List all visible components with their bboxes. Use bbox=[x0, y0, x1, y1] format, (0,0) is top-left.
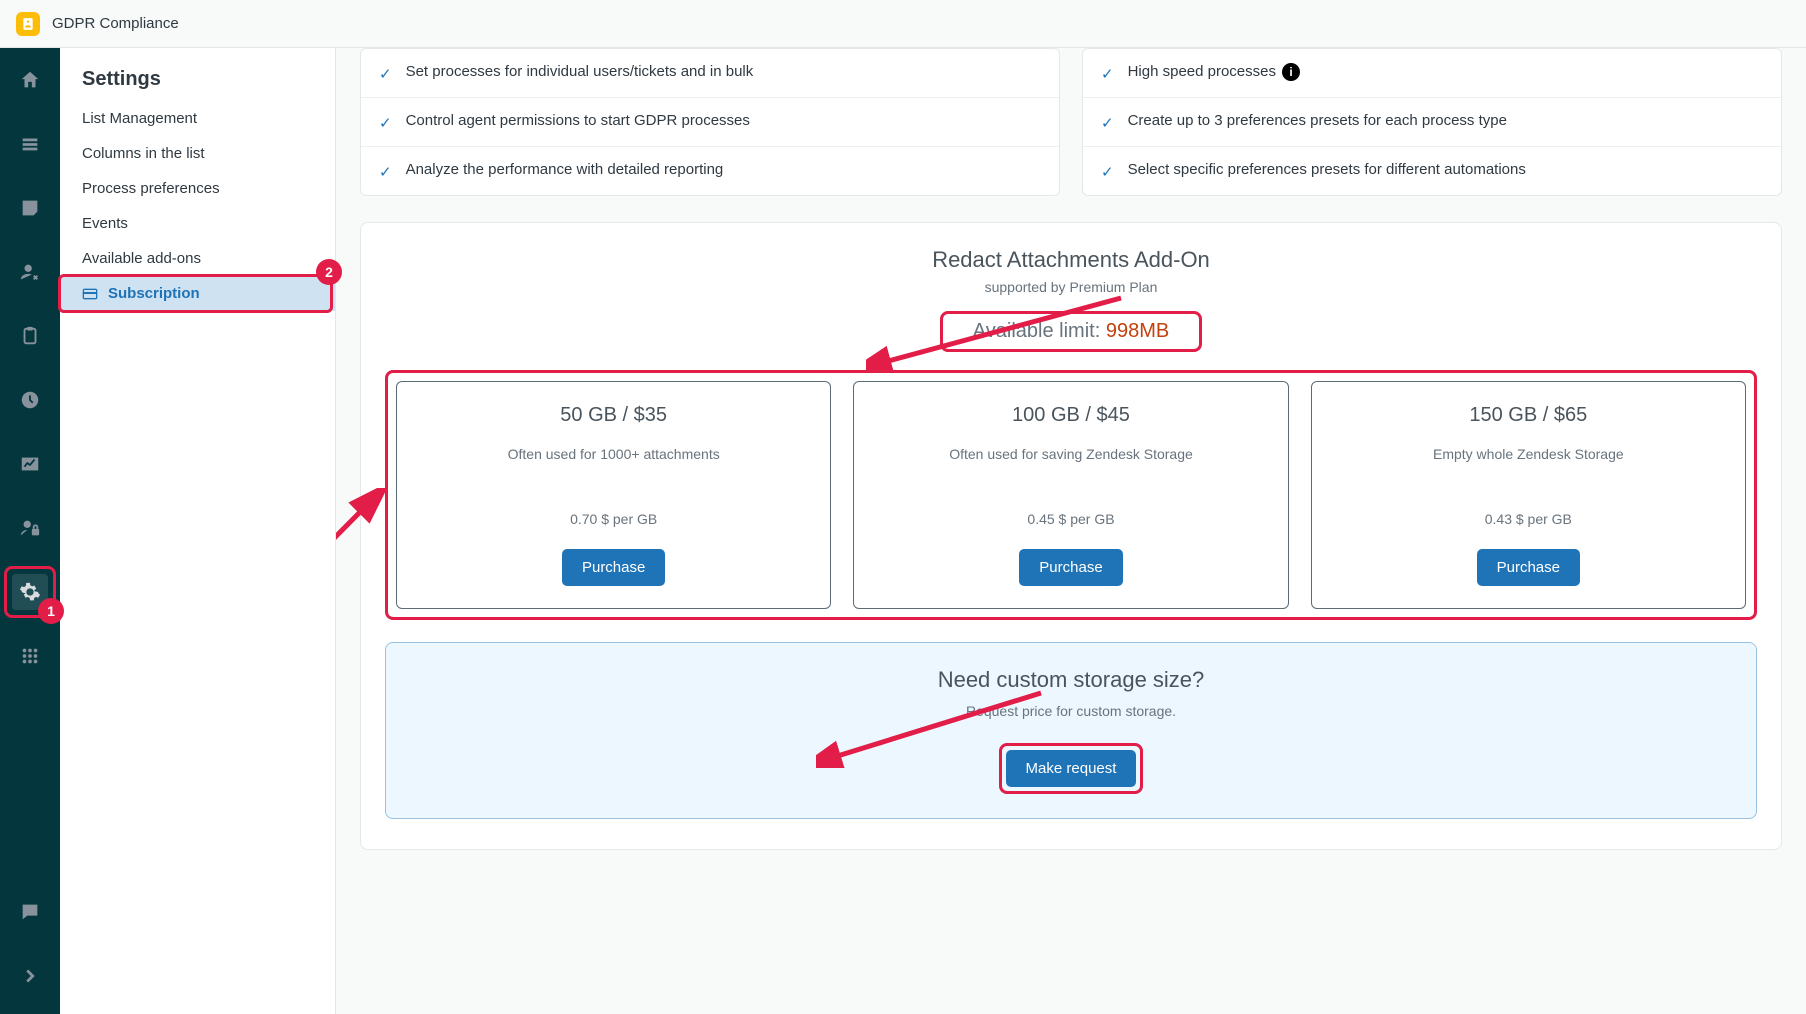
custom-title: Need custom storage size? bbox=[410, 667, 1732, 693]
page-title: GDPR Compliance bbox=[52, 15, 179, 32]
addon-title: Redact Attachments Add-On bbox=[385, 247, 1757, 273]
sidebar-item-label: Process preferences bbox=[82, 180, 220, 197]
feature-row: ✓ Create up to 3 preferences presets for … bbox=[1083, 98, 1781, 147]
sidebar-item-available-addons[interactable]: Available add-ons bbox=[60, 241, 335, 276]
limit-value: 998MB bbox=[1106, 320, 1169, 342]
feature-text: Analyze the performance with detailed re… bbox=[406, 161, 724, 178]
plan-head: 50 GB / $35 bbox=[413, 404, 814, 427]
check-icon: ✓ bbox=[1101, 163, 1114, 181]
custom-sub: Request price for custom storage. bbox=[410, 703, 1732, 719]
check-icon: ✓ bbox=[1101, 114, 1114, 132]
info-icon[interactable]: i bbox=[1282, 63, 1300, 81]
sidebar-item-columns[interactable]: Columns in the list bbox=[60, 136, 335, 171]
plan-rate: 0.45 $ per GB bbox=[870, 511, 1271, 527]
sidebar-item-process-preferences[interactable]: Process preferences bbox=[60, 171, 335, 206]
available-limit-box: Available limit: 998MB bbox=[940, 311, 1202, 352]
plan-head: 150 GB / $65 bbox=[1328, 404, 1729, 427]
nav-rail: 1 bbox=[0, 48, 60, 1014]
plan-desc: Empty whole Zendesk Storage bbox=[1328, 445, 1729, 485]
feature-text: Set processes for individual users/ticke… bbox=[406, 63, 754, 80]
purchase-button[interactable]: Purchase bbox=[562, 549, 665, 586]
topbar: GDPR Compliance bbox=[0, 0, 1806, 48]
plans-row: 50 GB / $35 Often used for 1000+ attachm… bbox=[396, 381, 1746, 609]
plan-100gb: 100 GB / $45 Often used for saving Zende… bbox=[853, 381, 1288, 609]
inbox-icon[interactable] bbox=[12, 190, 48, 226]
feature-row: ✓ Analyze the performance with detailed r… bbox=[361, 147, 1059, 195]
sidebar-item-label: List Management bbox=[82, 110, 197, 127]
check-icon: ✓ bbox=[1101, 65, 1114, 83]
feature-row: ✓ Control agent permissions to start GDPR… bbox=[361, 98, 1059, 147]
plan-150gb: 150 GB / $65 Empty whole Zendesk Storage… bbox=[1311, 381, 1746, 609]
home-icon[interactable] bbox=[12, 62, 48, 98]
feature-col-right: ✓ High speed processes i ✓ Create up to 3 p… bbox=[1082, 48, 1782, 196]
feature-text: Create up to 3 preferences presets for e… bbox=[1128, 112, 1507, 129]
plan-50gb: 50 GB / $35 Often used for 1000+ attachm… bbox=[396, 381, 831, 609]
sidebar-item-events[interactable]: Events bbox=[60, 206, 335, 241]
purchase-button[interactable]: Purchase bbox=[1477, 549, 1580, 586]
user-remove-icon[interactable] bbox=[12, 254, 48, 290]
user-lock-icon[interactable] bbox=[12, 510, 48, 546]
annotation-badge-1: 1 bbox=[38, 598, 64, 624]
check-icon: ✓ bbox=[379, 65, 392, 83]
sidebar-title: Settings bbox=[60, 68, 335, 101]
settings-sidebar: Settings List Management Columns in the … bbox=[60, 48, 336, 1014]
feature-col-left: ✓ Set processes for individual users/tick… bbox=[360, 48, 1060, 196]
feature-row: ✓ Select specific preferences presets for… bbox=[1083, 147, 1781, 195]
chat-icon[interactable] bbox=[12, 894, 48, 930]
addon-card: Redact Attachments Add-On supported by P… bbox=[360, 222, 1782, 850]
check-icon: ✓ bbox=[379, 114, 392, 132]
plans-highlight: 50 GB / $35 Often used for 1000+ attachm… bbox=[385, 370, 1757, 620]
sidebar-item-label: Subscription bbox=[108, 285, 200, 302]
purchase-button[interactable]: Purchase bbox=[1019, 549, 1122, 586]
chart-icon[interactable] bbox=[12, 446, 48, 482]
feature-row: ✓ Set processes for individual users/tick… bbox=[361, 49, 1059, 98]
custom-storage-box: Need custom storage size? Request price … bbox=[385, 642, 1757, 819]
app-logo bbox=[16, 12, 40, 36]
chevron-right-icon[interactable] bbox=[12, 958, 48, 994]
sidebar-item-label: Available add-ons bbox=[82, 250, 201, 267]
feature-columns: ✓ Set processes for individual users/tick… bbox=[360, 48, 1782, 196]
card-icon bbox=[82, 286, 98, 302]
plan-desc: Often used for 1000+ attachments bbox=[413, 445, 814, 485]
sidebar-item-label: Columns in the list bbox=[82, 145, 205, 162]
limit-label: Available limit: bbox=[973, 320, 1106, 342]
plan-desc: Often used for saving Zendesk Storage bbox=[870, 445, 1271, 485]
list-icon[interactable] bbox=[12, 126, 48, 162]
feature-text: Control agent permissions to start GDPR … bbox=[406, 112, 750, 129]
feature-text: High speed processes bbox=[1128, 63, 1276, 80]
plan-head: 100 GB / $45 bbox=[870, 404, 1271, 427]
clock-icon[interactable] bbox=[12, 382, 48, 418]
grid-icon[interactable] bbox=[12, 638, 48, 674]
main-content: ✓ Set processes for individual users/tick… bbox=[336, 48, 1806, 1014]
clipboard-icon[interactable] bbox=[12, 318, 48, 354]
plan-rate: 0.70 $ per GB bbox=[413, 511, 814, 527]
check-icon: ✓ bbox=[379, 163, 392, 181]
feature-row: ✓ High speed processes i bbox=[1083, 49, 1781, 98]
sidebar-item-subscription[interactable]: Subscription 2 bbox=[60, 276, 335, 311]
feature-text: Select specific preferences presets for … bbox=[1128, 161, 1526, 178]
sidebar-item-label: Events bbox=[82, 215, 128, 232]
addon-subtitle: supported by Premium Plan bbox=[385, 279, 1757, 295]
sidebar-item-list-management[interactable]: List Management bbox=[60, 101, 335, 136]
make-request-button[interactable]: Make request bbox=[1006, 750, 1137, 787]
plan-rate: 0.43 $ per GB bbox=[1328, 511, 1729, 527]
make-request-highlight: Make request bbox=[999, 743, 1144, 794]
